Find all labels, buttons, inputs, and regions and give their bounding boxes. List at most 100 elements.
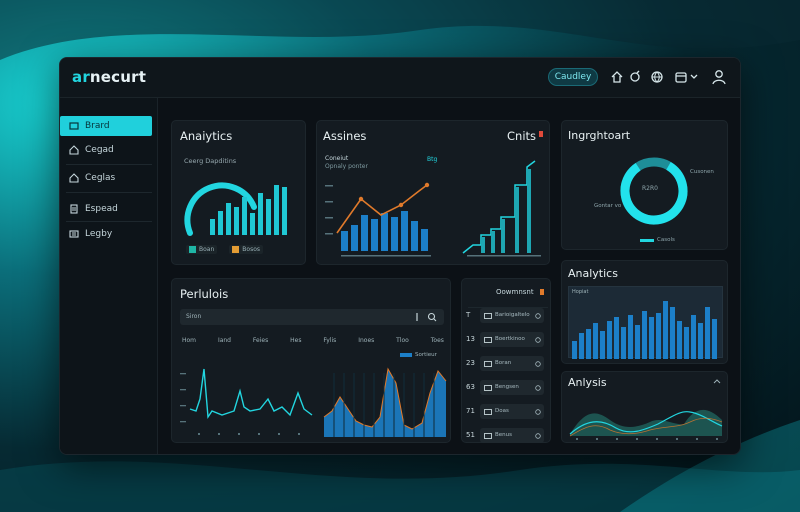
bar-line-chart <box>325 182 431 257</box>
panel-title: Assines <box>323 129 367 143</box>
legend-swatch <box>640 238 654 242</box>
dashboard-icon <box>69 122 79 130</box>
sidebar-item-brard[interactable]: Brard <box>60 116 152 136</box>
top-action-button[interactable]: Caudley <box>548 68 598 86</box>
folder-icon <box>484 384 492 391</box>
folder-icon <box>484 408 492 415</box>
chevron-right-icon[interactable] <box>535 312 541 320</box>
chart-subtitle-2: Opnaly ponter <box>325 163 368 170</box>
app-window: arnecurt Caudley Brard Cegad Ceglas Espe… <box>59 57 741 455</box>
chevron-right-icon[interactable] <box>535 384 541 392</box>
chart-legend: Sortieur <box>400 352 437 358</box>
analytics-bars-panel: Analytics Hopiat <box>561 260 728 364</box>
list-item-pill[interactable]: Boran <box>480 356 544 371</box>
assines-panel: Assines Cnits Coneiut Opnaly ponter Btg <box>316 120 550 265</box>
calendar-icon[interactable] <box>674 70 688 84</box>
donut-label-right: Cusonen <box>690 169 714 175</box>
home-icon <box>69 173 79 183</box>
divider <box>66 164 152 165</box>
user-avatar-icon[interactable] <box>710 68 728 86</box>
top-bar: arnecurt Caudley <box>60 58 740 98</box>
list-item-pill[interactable]: Benus <box>480 428 544 443</box>
chevron-down-icon[interactable] <box>690 70 698 84</box>
donut-center-label: R2R0 <box>642 185 658 192</box>
panel-subtitle: Ceerg Dapditins <box>184 157 237 165</box>
list-item-label: Boran <box>495 360 512 366</box>
list-icon <box>69 230 79 238</box>
folder-icon <box>484 336 492 343</box>
column-headers: Hom Iand Feies Hes Fylis Inoes Tloo Toes <box>182 337 444 344</box>
bar-chart <box>572 301 717 359</box>
filter-bar[interactable]: Siron <box>180 309 444 325</box>
legend-item: Boan <box>186 245 218 254</box>
list-item-number: T <box>466 311 471 319</box>
globe-icon[interactable] <box>650 70 664 84</box>
area-chart <box>569 409 723 440</box>
perlulois-panel: Perlulois Siron Hom Iand Feies Hes Fylis… <box>171 278 451 443</box>
area-bar-chart <box>323 367 447 437</box>
panel-title: Anaiytics <box>180 129 233 143</box>
list-item-number: 63 <box>466 383 475 391</box>
analytics-gauge-panel: Anaiytics Ceerg Dapditins Boan Bosos <box>171 120 306 265</box>
step-line-chart <box>462 160 541 257</box>
panel-title: Anlysis <box>568 376 607 389</box>
sidebar-item-espead[interactable]: Espead <box>60 199 152 219</box>
folder-icon <box>484 432 492 439</box>
list-item-pill[interactable]: Barioigaltelo <box>480 308 544 323</box>
legend-swatch <box>189 246 196 253</box>
analysis-panel: Anlysis <box>561 371 728 443</box>
divider <box>66 192 152 193</box>
home-icon <box>69 145 79 155</box>
chevron-right-icon[interactable] <box>535 360 541 368</box>
list-item-label: Benus <box>495 432 512 438</box>
list-item-number: 51 <box>466 431 475 439</box>
list-item-label: Doas <box>495 408 509 414</box>
list-item[interactable]: T Barioigaltelo <box>464 306 548 326</box>
app-logo[interactable]: arnecurt <box>72 68 146 86</box>
list-item[interactable]: 23 Boran <box>464 354 548 374</box>
gauge-chart <box>184 182 287 236</box>
divider <box>66 221 152 222</box>
donut-label-left: Gontar vo <box>594 203 622 209</box>
list-item-label: Barioigaltelo <box>495 312 530 318</box>
list-item[interactable]: 13 Boertkinoo <box>464 330 548 350</box>
sidebar-item-cegad[interactable]: Cegad <box>60 140 152 160</box>
list-item-pill[interactable]: Bengsen <box>480 380 544 395</box>
list-item[interactable]: 71 Doas <box>464 402 548 422</box>
status-badge <box>539 131 543 137</box>
home-icon[interactable] <box>610 70 624 84</box>
legend-swatch <box>400 353 412 357</box>
panel-title: Oowmnsnt <box>496 288 534 296</box>
chevron-right-icon[interactable] <box>535 432 541 440</box>
panel-title: Perlulois <box>180 287 229 301</box>
status-badge <box>540 289 544 295</box>
settings-icon[interactable] <box>628 70 642 84</box>
legend-item: Bosos <box>229 245 263 254</box>
line-chart <box>180 368 313 435</box>
list-item-number: 13 <box>466 335 475 343</box>
search-icon[interactable] <box>427 312 437 322</box>
chevron-up-icon[interactable] <box>713 378 721 384</box>
sidebar-item-legby[interactable]: Legby <box>60 224 152 244</box>
chart-badge: Btg <box>427 156 438 163</box>
bar-chart-frame: Hopiat <box>568 286 723 359</box>
folder-icon <box>484 360 492 367</box>
legend-swatch <box>232 246 240 253</box>
list-item-label: Boertkinoo <box>495 336 525 342</box>
list-item[interactable]: 51 Benus <box>464 426 548 446</box>
chevron-right-icon[interactable] <box>535 408 541 416</box>
chevron-right-icon[interactable] <box>535 336 541 344</box>
donut-panel: Ingrghtoart R2R0 Cusonen Gontar vo Casol… <box>561 120 728 250</box>
list-item[interactable]: 63 Bengsen <box>464 378 548 398</box>
panel-title: Analytics <box>568 267 618 280</box>
sidebar: Brard Cegad Ceglas Espead Legby <box>60 98 158 454</box>
sidebar-item-ceglas[interactable]: Ceglas <box>60 168 152 188</box>
list-item-pill[interactable]: Doas <box>480 404 544 419</box>
folder-icon <box>484 312 492 319</box>
list-item-number: 71 <box>466 407 475 415</box>
document-icon <box>70 204 78 214</box>
panel-title-secondary: Cnits <box>507 129 537 143</box>
chart-subtitle: Coneiut <box>325 155 349 162</box>
list-item-pill[interactable]: Boertkinoo <box>480 332 544 347</box>
pin-icon[interactable] <box>413 312 421 322</box>
